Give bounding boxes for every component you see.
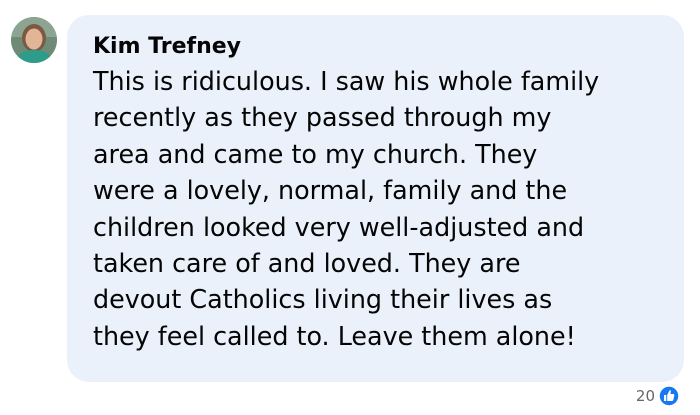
author-name[interactable]: Kim Trefney xyxy=(93,33,658,61)
comment-text-line: area and came to my church. They xyxy=(93,138,538,169)
comment-text-line: devout Catholics living their lives as xyxy=(93,284,553,315)
author-avatar[interactable] xyxy=(11,17,57,63)
comment-text-line: they feel called to. Leave them alone! xyxy=(93,320,576,351)
comment-text-line: recently as they passed through my xyxy=(93,102,552,133)
comment-screenshot: Kim Trefney This is ridiculous. I saw hi… xyxy=(0,0,700,415)
comment-text-line: were a lovely, normal, family and the xyxy=(93,175,568,206)
avatar-photo-icon xyxy=(11,17,57,63)
comment-text: This is ridiculous. I saw his whole fami… xyxy=(93,63,673,354)
like-icon xyxy=(658,385,680,407)
reaction-summary[interactable]: 20 xyxy=(636,384,680,408)
comment-bubble: Kim Trefney This is ridiculous. I saw hi… xyxy=(67,15,684,382)
comment-text-line: children looked very well-adjusted and xyxy=(93,211,585,242)
comment-text-line: taken care of and loved. They are xyxy=(93,248,521,279)
reaction-count: 20 xyxy=(635,387,655,405)
comment-text-line: This is ridiculous. I saw his whole fami… xyxy=(93,66,600,96)
